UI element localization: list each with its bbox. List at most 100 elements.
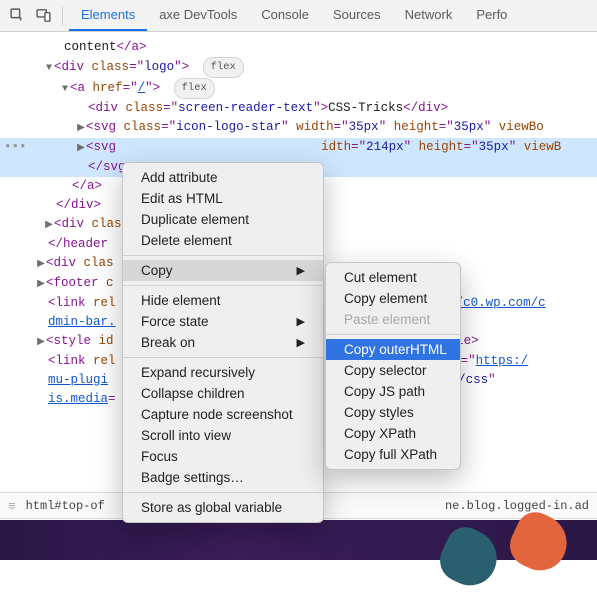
breadcrumb-node[interactable]: ne.blog.logged-in.ad [445, 499, 589, 513]
menu-label: Edit as HTML [141, 191, 223, 206]
toolbar-divider [62, 7, 63, 25]
breadcrumb-overflow-icon[interactable]: ≡ [8, 498, 16, 513]
attr: height [419, 140, 464, 154]
text-node: CSS-Tricks [328, 101, 403, 115]
attr: height [394, 120, 439, 134]
menu-separator [326, 334, 460, 335]
menu-label: Cut element [344, 270, 417, 285]
menu-item-add-attribute[interactable]: Add attribute [123, 167, 323, 188]
context-submenu-copy: Cut element Copy element Paste element C… [325, 262, 461, 470]
menu-label: Expand recursively [141, 365, 255, 380]
menu-item-delete-element[interactable]: Delete element [123, 230, 323, 251]
menu-item-copy-js-path[interactable]: Copy JS path [326, 381, 460, 402]
menu-item-cut-element[interactable]: Cut element [326, 267, 460, 288]
attr: viewB [524, 140, 562, 154]
tag: div [71, 198, 94, 212]
expand-arrow-icon[interactable]: ▶ [44, 216, 54, 235]
tab-performance[interactable]: Perfo [464, 0, 519, 31]
menu-item-copy-outerhtml[interactable]: Copy outerHTML [326, 339, 460, 360]
menu-item-scroll-into-view[interactable]: Scroll into view [123, 425, 323, 446]
tag: div [54, 256, 77, 270]
inspect-element-icon[interactable] [4, 3, 30, 29]
menu-label: Copy full XPath [344, 447, 437, 462]
flex-badge[interactable]: flex [174, 78, 215, 99]
menu-item-copy-full-xpath[interactable]: Copy full XPath [326, 444, 460, 465]
menu-item-collapse-children[interactable]: Collapse children [123, 383, 323, 404]
menu-label: Scroll into view [141, 428, 231, 443]
expand-arrow-icon[interactable]: ▶ [36, 275, 46, 294]
page-background-decoration [0, 520, 597, 560]
expand-arrow-icon[interactable]: ▶ [36, 255, 46, 274]
href-link[interactable]: dmin-bar. [48, 315, 116, 329]
tab-console[interactable]: Console [249, 0, 321, 31]
menu-item-paste-element: Paste element [326, 309, 460, 330]
attr: clas [92, 217, 122, 231]
menu-item-capture-node-screenshot[interactable]: Capture node screenshot [123, 404, 323, 425]
tree-row[interactable]: ▶<svg class="icon-logo-star" width="35px… [0, 118, 597, 138]
attr: href [93, 81, 123, 95]
attr: c [106, 276, 114, 290]
menu-item-copy-xpath[interactable]: Copy XPath [326, 423, 460, 444]
tag: svg [94, 120, 117, 134]
menu-label: Copy element [344, 291, 427, 306]
href-link[interactable]: https:/ [476, 354, 529, 368]
menu-separator [123, 285, 323, 286]
menu-label: Copy [141, 263, 173, 278]
attr: viewBo [499, 120, 544, 134]
attr: clas [84, 256, 114, 270]
tag: a [132, 40, 140, 54]
menu-label: Force state [141, 314, 209, 329]
attr: rel [93, 354, 116, 368]
href-link[interactable]: / [138, 81, 146, 95]
attr-value: 35px [349, 120, 379, 134]
expand-arrow-icon[interactable]: ▼ [60, 80, 70, 99]
menu-label: Copy styles [344, 405, 414, 420]
expand-arrow-icon[interactable]: ▼ [44, 59, 54, 78]
menu-separator [123, 255, 323, 256]
menu-item-hide-element[interactable]: Hide element [123, 290, 323, 311]
menu-item-copy-selector[interactable]: Copy selector [326, 360, 460, 381]
tree-row[interactable]: ▼<div class="logo"> flex [0, 57, 597, 78]
menu-label: Capture node screenshot [141, 407, 293, 422]
menu-item-copy[interactable]: Copy▶ [123, 260, 323, 281]
menu-item-force-state[interactable]: Force state▶ [123, 311, 323, 332]
tag: link [56, 354, 86, 368]
menu-item-edit-as-html[interactable]: Edit as HTML [123, 188, 323, 209]
menu-label: Collapse children [141, 386, 245, 401]
menu-item-expand-recursively[interactable]: Expand recursively [123, 362, 323, 383]
attr: width [296, 120, 334, 134]
tree-row[interactable]: <div class="screen-reader-text">CSS-Tric… [0, 99, 597, 118]
tab-network[interactable]: Network [393, 0, 465, 31]
gutter-more-icon[interactable]: ••• [4, 138, 27, 157]
href-link[interactable]: mu-plugi [48, 373, 108, 387]
menu-item-copy-styles[interactable]: Copy styles [326, 402, 460, 423]
menu-separator [123, 357, 323, 358]
tab-elements[interactable]: Elements [69, 0, 147, 31]
menu-item-focus[interactable]: Focus [123, 446, 323, 467]
tree-row[interactable]: ▼<a href="/"> flex [0, 78, 597, 99]
breadcrumb-node[interactable]: html#top-of [26, 499, 105, 513]
panel-tabs: Elements axe DevTools Console Sources Ne… [69, 0, 519, 31]
expand-arrow-icon[interactable]: ▶ [76, 119, 86, 138]
menu-label: Delete element [141, 233, 232, 248]
expand-arrow-icon[interactable]: ▶ [36, 333, 46, 352]
device-toolbar-icon[interactable] [30, 3, 56, 29]
tab-axe-devtools[interactable]: axe DevTools [147, 0, 249, 31]
menu-item-break-on[interactable]: Break on▶ [123, 332, 323, 353]
menu-label: Break on [141, 335, 195, 350]
href-link[interactable]: is.media [48, 392, 108, 406]
tag: svg [94, 140, 117, 154]
tree-row-selected[interactable]: ••• ▶<svg idth="214px" height="35px" vie… [0, 138, 597, 158]
expand-arrow-icon[interactable]: ▶ [76, 139, 86, 158]
menu-item-badge-settings[interactable]: Badge settings… [123, 467, 323, 488]
tree-row[interactable]: content</a> [0, 38, 597, 57]
tag: style [54, 334, 92, 348]
attr: idth [321, 140, 351, 154]
attr-value: icon-logo-star [176, 120, 281, 134]
attr: class [124, 120, 162, 134]
flex-badge[interactable]: flex [203, 57, 244, 78]
menu-item-copy-element[interactable]: Copy element [326, 288, 460, 309]
menu-item-duplicate-element[interactable]: Duplicate element [123, 209, 323, 230]
tab-sources[interactable]: Sources [321, 0, 393, 31]
menu-item-store-global[interactable]: Store as global variable [123, 497, 323, 518]
